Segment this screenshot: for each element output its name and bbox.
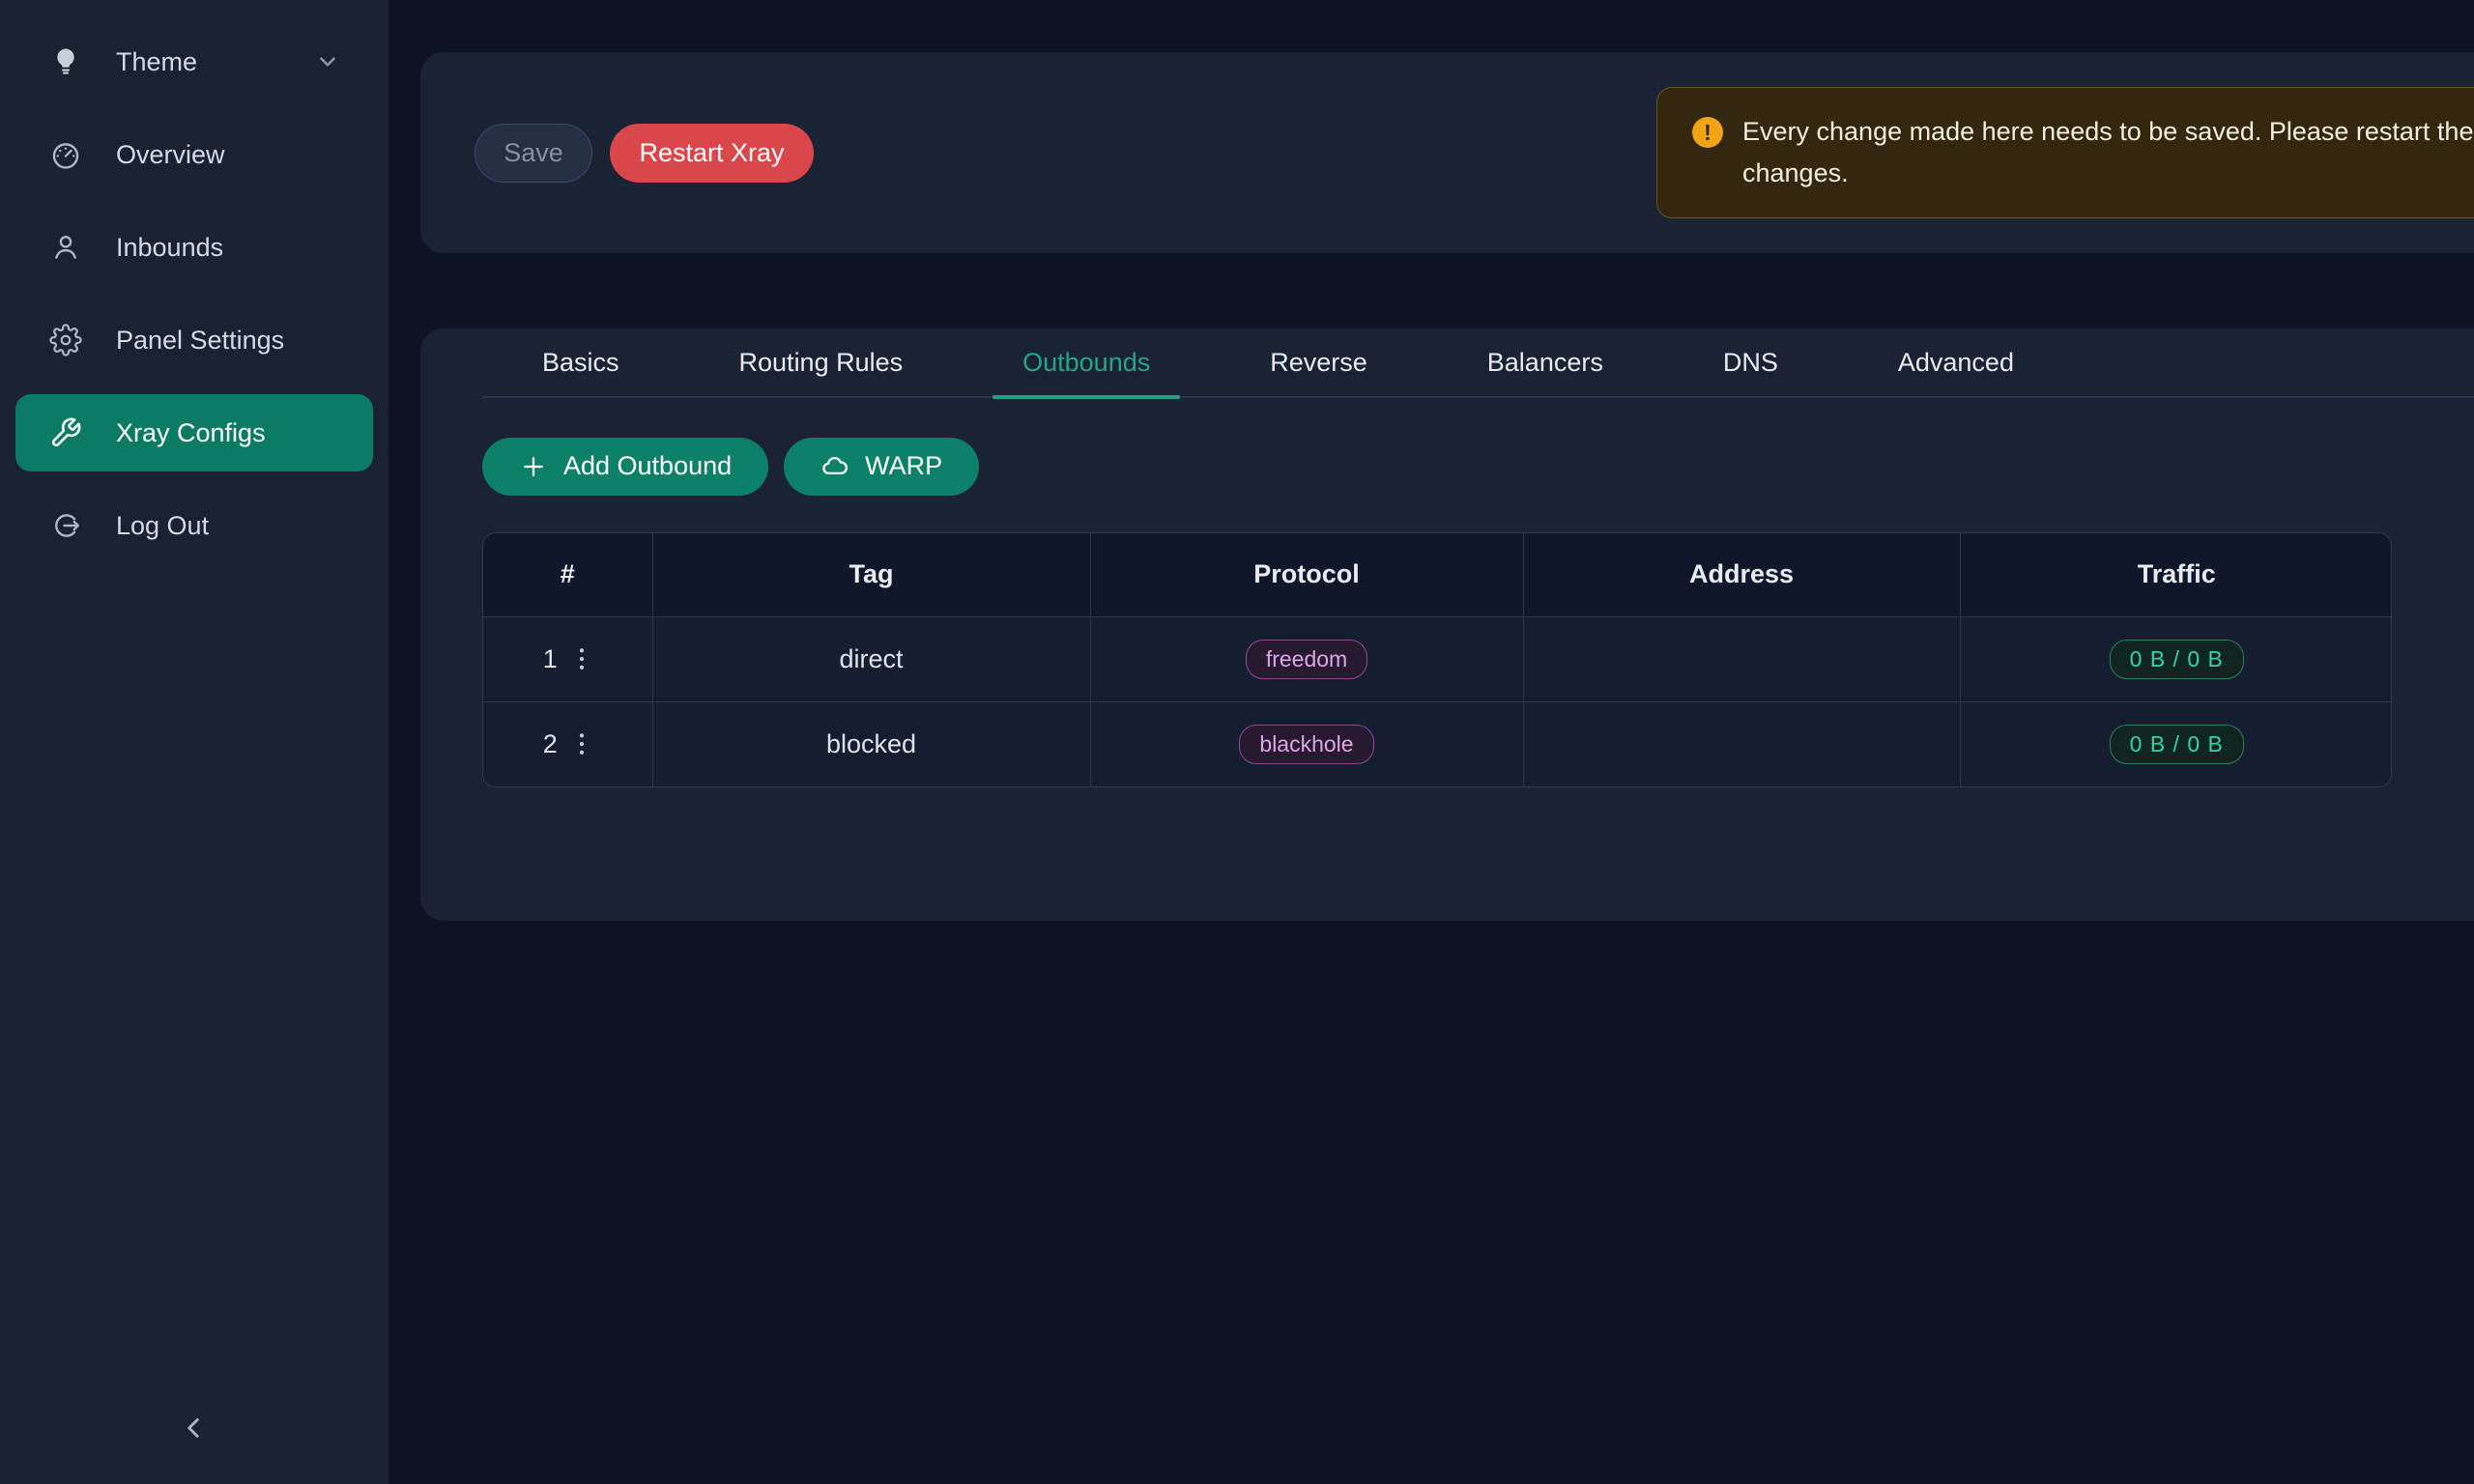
sidebar-item-label: Xray Configs — [116, 418, 266, 448]
warp-label: WARP — [865, 451, 942, 481]
sidebar-item-label: Overview — [116, 140, 225, 170]
tab-advanced[interactable]: Advanced — [1838, 328, 2074, 397]
tab-dns[interactable]: DNS — [1663, 328, 1838, 397]
tab-basics[interactable]: Basics — [482, 328, 679, 397]
traffic-badge: 0 B / 0 B — [2110, 640, 2244, 679]
outbounds-actions-row: Add Outbound WARP — [482, 437, 2474, 496]
protocol-badge: freedom — [1246, 640, 1367, 679]
sidebar-item-theme[interactable]: Theme — [15, 23, 373, 100]
plus-icon — [519, 452, 548, 481]
sidebar-item-overview[interactable]: Overview — [15, 116, 373, 193]
sidebar-item-label: Inbounds — [116, 233, 223, 263]
traffic-badge: 0 B / 0 B — [2110, 725, 2244, 764]
sidebar-item-label: Theme — [116, 47, 197, 77]
protocol-badge: blackhole — [1239, 725, 1373, 764]
add-outbound-button[interactable]: Add Outbound — [482, 438, 768, 496]
column-header-traffic: Traffic — [1960, 533, 2392, 616]
tag-cell: direct — [652, 616, 1090, 701]
bulb-icon — [48, 44, 83, 79]
row-number: 1 — [543, 644, 558, 674]
tab-balancers[interactable]: Balancers — [1427, 328, 1663, 397]
gauge-icon — [48, 137, 83, 172]
column-header-protocol: Protocol — [1090, 533, 1523, 616]
restart-warning-alert: ! Every change made here needs to be sav… — [1656, 87, 2474, 218]
sidebar-collapse-button[interactable] — [162, 1397, 224, 1459]
row-menu-kebab-icon[interactable] — [571, 729, 592, 758]
warning-icon: ! — [1692, 117, 1723, 148]
column-header-address: Address — [1523, 533, 1960, 616]
address-cell — [1523, 616, 1960, 701]
sidebar-item-inbounds[interactable]: Inbounds — [15, 209, 373, 286]
column-header-num: # — [483, 533, 652, 616]
chevron-down-icon — [315, 49, 340, 74]
table-row: 2 blocked blackhole 0 B / 0 B — [483, 701, 2392, 786]
tab-outbounds[interactable]: Outbounds — [963, 328, 1210, 397]
sidebar: Theme Overview Inbounds Panel Settings X… — [0, 0, 388, 1484]
tag-cell: blocked — [652, 701, 1090, 786]
user-icon — [48, 230, 83, 265]
table-header-row: # Tag Protocol Address Traffic — [483, 533, 2392, 616]
xray-configs-card: Basics Routing Rules Outbounds Reverse B… — [420, 328, 2474, 921]
table-row: 1 direct freedom 0 B / 0 B — [483, 616, 2392, 701]
outbounds-table: # Tag Protocol Address Traffic 1 — [482, 532, 2392, 787]
sidebar-item-xray-configs[interactable]: Xray Configs — [15, 394, 373, 471]
warp-button[interactable]: WARP — [784, 438, 979, 496]
address-cell — [1523, 701, 1960, 786]
row-menu-kebab-icon[interactable] — [571, 644, 592, 673]
alert-text: Every change made here needs to be saved… — [1742, 111, 2474, 194]
sidebar-item-label: Log Out — [116, 511, 209, 541]
row-number: 2 — [543, 729, 558, 759]
main-content: Save Restart Xray ! Every change made he… — [388, 0, 2474, 1484]
logout-icon — [48, 508, 83, 543]
gear-icon — [48, 323, 83, 357]
save-button[interactable]: Save — [475, 124, 592, 183]
cloud-icon — [820, 452, 849, 481]
sidebar-item-log-out[interactable]: Log Out — [15, 487, 373, 564]
chevron-left-icon — [177, 1412, 210, 1444]
tab-reverse[interactable]: Reverse — [1210, 328, 1427, 397]
add-outbound-label: Add Outbound — [563, 451, 732, 481]
restart-xray-button[interactable]: Restart Xray — [610, 124, 814, 183]
toolbar-card: Save Restart Xray ! Every change made he… — [420, 52, 2474, 253]
tab-routing-rules[interactable]: Routing Rules — [679, 328, 964, 397]
column-header-tag: Tag — [652, 533, 1090, 616]
wrench-icon — [48, 415, 83, 450]
sidebar-item-label: Panel Settings — [116, 326, 284, 356]
sidebar-item-panel-settings[interactable]: Panel Settings — [15, 301, 373, 379]
config-tabs: Basics Routing Rules Outbounds Reverse B… — [482, 328, 2474, 398]
